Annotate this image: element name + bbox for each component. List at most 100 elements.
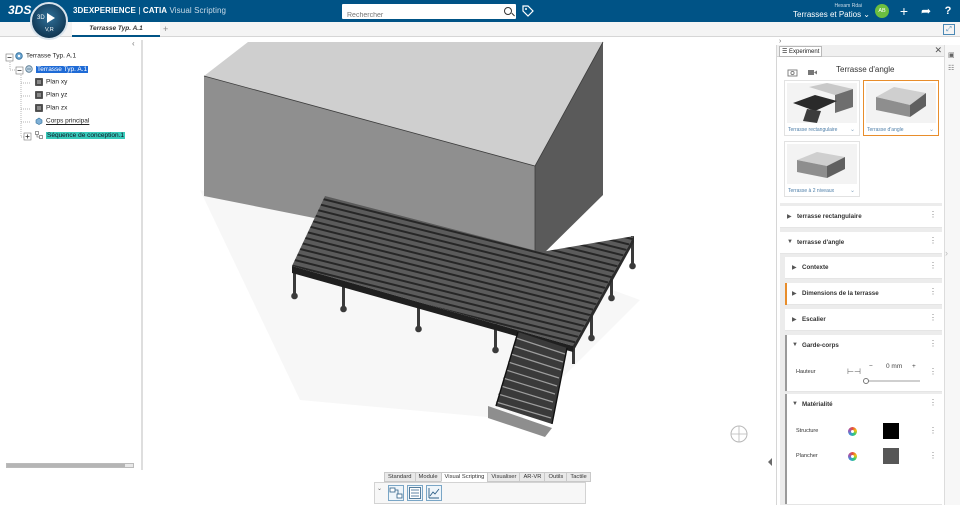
tab-ar-vr[interactable]: AR-VR [519, 472, 546, 482]
section-indicator [785, 335, 787, 391]
chevron-down-icon[interactable]: ⌄ [929, 126, 934, 133]
kebab-icon[interactable]: ⋮ [929, 262, 937, 270]
kebab-icon[interactable]: ⋮ [929, 288, 937, 296]
search-box[interactable] [342, 4, 516, 23]
hauteur-minus-button[interactable]: − [869, 363, 873, 370]
part-icon [25, 65, 33, 73]
tree-item-plan-xy[interactable]: Plan xy [35, 78, 67, 89]
maximize-icon[interactable]: ⤢ [943, 24, 955, 35]
kebab-icon[interactable]: ⋮ [929, 427, 937, 435]
section-terrasse-rectangulaire[interactable]: ▶ terrasse rectangulaire ⋮ [780, 206, 942, 228]
tab-module[interactable]: Module [414, 472, 442, 482]
tree-item-plan-yz[interactable]: Plan yz [35, 91, 67, 102]
expand-icon[interactable]: ▶ [792, 290, 797, 297]
structure-label: Structure [796, 428, 819, 434]
section-label: Garde-corps [802, 342, 839, 349]
panel-splitter[interactable] [141, 40, 143, 470]
tab-tactile[interactable]: Tactile [566, 472, 591, 482]
tree-item-sequence[interactable]: Séquence de conception.1 [35, 131, 125, 142]
collapse-icon[interactable]: ▼ [792, 401, 798, 407]
section-escalier[interactable]: ▶ Escalier ⋮ [785, 309, 942, 331]
tab-standard[interactable]: Standard [384, 472, 416, 482]
chevron-down-icon[interactable]: ⌄ [850, 126, 855, 133]
plancher-color-swatch[interactable] [883, 448, 899, 464]
action-bar-toggle-icon[interactable]: ⌄ [377, 485, 382, 492]
kebab-icon[interactable]: ⋮ [929, 314, 937, 322]
tree-item-product[interactable]: Terrasse Typ. A.1 [25, 65, 89, 76]
structure-color-swatch[interactable] [883, 423, 899, 439]
template-card-2-niveaux[interactable]: Terrasse à 2 niveaux ⌄ [784, 141, 860, 197]
color-wheel-icon[interactable] [848, 427, 857, 436]
kebab-icon[interactable]: ⋮ [929, 237, 937, 245]
kebab-icon[interactable]: ⋮ [929, 452, 937, 460]
tree-item-corps-principal[interactable]: Corps principal [35, 117, 89, 128]
template-card-rectangulaire[interactable]: Terrasse rectangulaire ⌄ [784, 80, 860, 136]
tag-icon[interactable] [522, 5, 534, 17]
chevron-down-icon[interactable]: ⌄ [850, 187, 855, 194]
template-thumbnail [866, 83, 936, 123]
ds-logo-icon[interactable]: 3DS [8, 3, 31, 17]
panel-dock-icon[interactable]: ▣ [948, 51, 958, 60]
help-icon[interactable]: ? [940, 3, 956, 19]
collab-space-selector[interactable]: Terrasses et Patios ⌄ [793, 10, 870, 19]
kebab-icon[interactable]: ⋮ [929, 399, 937, 407]
collapse-icon[interactable]: ▼ [787, 239, 793, 245]
panel-tab-experiment[interactable]: ☰ Experiment [779, 46, 823, 57]
compass-icon[interactable]: 3D V,R [30, 2, 68, 40]
panel-expand-icon[interactable]: › [779, 38, 781, 45]
template-caption: Terrasse rectangulaire [788, 127, 838, 133]
tree-item-label: Plan xy [46, 78, 68, 86]
section-materialite[interactable]: ▼ Matérialité ⋮ Structure ⋮ Plancher ⋮ [785, 394, 942, 505]
add-tab-button[interactable]: + [163, 24, 168, 34]
visual-script-graph-button[interactable] [388, 485, 404, 501]
kebab-icon[interactable]: ⋮ [929, 211, 937, 219]
kebab-icon[interactable]: ⋮ [929, 340, 937, 348]
search-input[interactable] [342, 8, 492, 23]
add-icon[interactable]: + [896, 3, 912, 19]
expand-icon[interactable]: ▶ [792, 316, 797, 323]
tab-document[interactable]: Terrasse Typ. A.1 [72, 22, 160, 37]
scrollbar-thumb[interactable] [7, 464, 125, 467]
compass-3d-label: 3D [37, 15, 45, 21]
hauteur-value[interactable]: 0 mm [886, 363, 902, 370]
section-terrasse-angle[interactable]: ▼ terrasse d'angle ⋮ [780, 232, 942, 254]
search-icon[interactable] [504, 7, 512, 15]
experiment-panel-button[interactable] [407, 485, 423, 501]
settings-sliders-icon[interactable]: ☷ [948, 64, 958, 73]
chart-button[interactable] [426, 485, 442, 501]
tab-outils[interactable]: Outils [544, 472, 568, 482]
collapse-left-panel-icon[interactable]: ‹ [132, 39, 135, 48]
share-icon[interactable]: ➦ [918, 3, 934, 19]
action-bar-tabs: Standard Module Visual Scripting Visuali… [384, 472, 591, 482]
kebab-icon[interactable]: ⋮ [929, 368, 937, 376]
collapse-icon[interactable]: ▼ [792, 342, 798, 348]
expand-icon[interactable]: ▶ [792, 264, 797, 271]
resize-handle-icon[interactable] [768, 458, 772, 466]
tab-visual-scripting[interactable]: Visual Scripting [440, 472, 489, 482]
tree-item-plan-zx[interactable]: Plan zx [35, 104, 67, 115]
tree-item-root-label: Terrasse Typ. A.1 [26, 52, 77, 60]
slider-handle[interactable] [863, 378, 869, 384]
template-card-angle[interactable]: Terrasse d'angle ⌄ [863, 80, 939, 136]
3d-viewport[interactable] [145, 37, 775, 505]
hauteur-slider[interactable] [865, 380, 920, 382]
view-navigator-icon[interactable] [730, 425, 748, 443]
panel-scroll-right-icon[interactable]: › [945, 248, 948, 258]
tab-visualiser[interactable]: Visualiser [487, 472, 521, 482]
section-garde-corps[interactable]: ▼ Garde-corps ⋮ Hauteur ⊢⊣ − 0 mm + ⋮ [785, 335, 942, 392]
tree-horizontal-scrollbar[interactable] [6, 463, 134, 468]
avatar[interactable]: AB [875, 4, 889, 18]
plane-icon [35, 104, 43, 112]
close-icon[interactable]: ✕ [934, 45, 942, 56]
tree-item-root[interactable]: Terrasse Typ. A.1 [15, 52, 76, 63]
right-side-toolbar: ▣ ☷ [944, 45, 960, 505]
section-contexte[interactable]: ▶ Contexte ⋮ [785, 257, 942, 279]
camera-icon[interactable] [787, 68, 798, 77]
section-dimensions[interactable]: ▶ Dimensions de la terrasse ⋮ [785, 283, 942, 305]
hauteur-plus-button[interactable]: + [912, 363, 916, 370]
expand-icon[interactable]: ▶ [787, 213, 792, 220]
video-icon[interactable] [807, 68, 818, 77]
compass-version-label: V,R [45, 27, 54, 33]
panel-icon [409, 487, 421, 499]
color-wheel-icon[interactable] [848, 452, 857, 461]
